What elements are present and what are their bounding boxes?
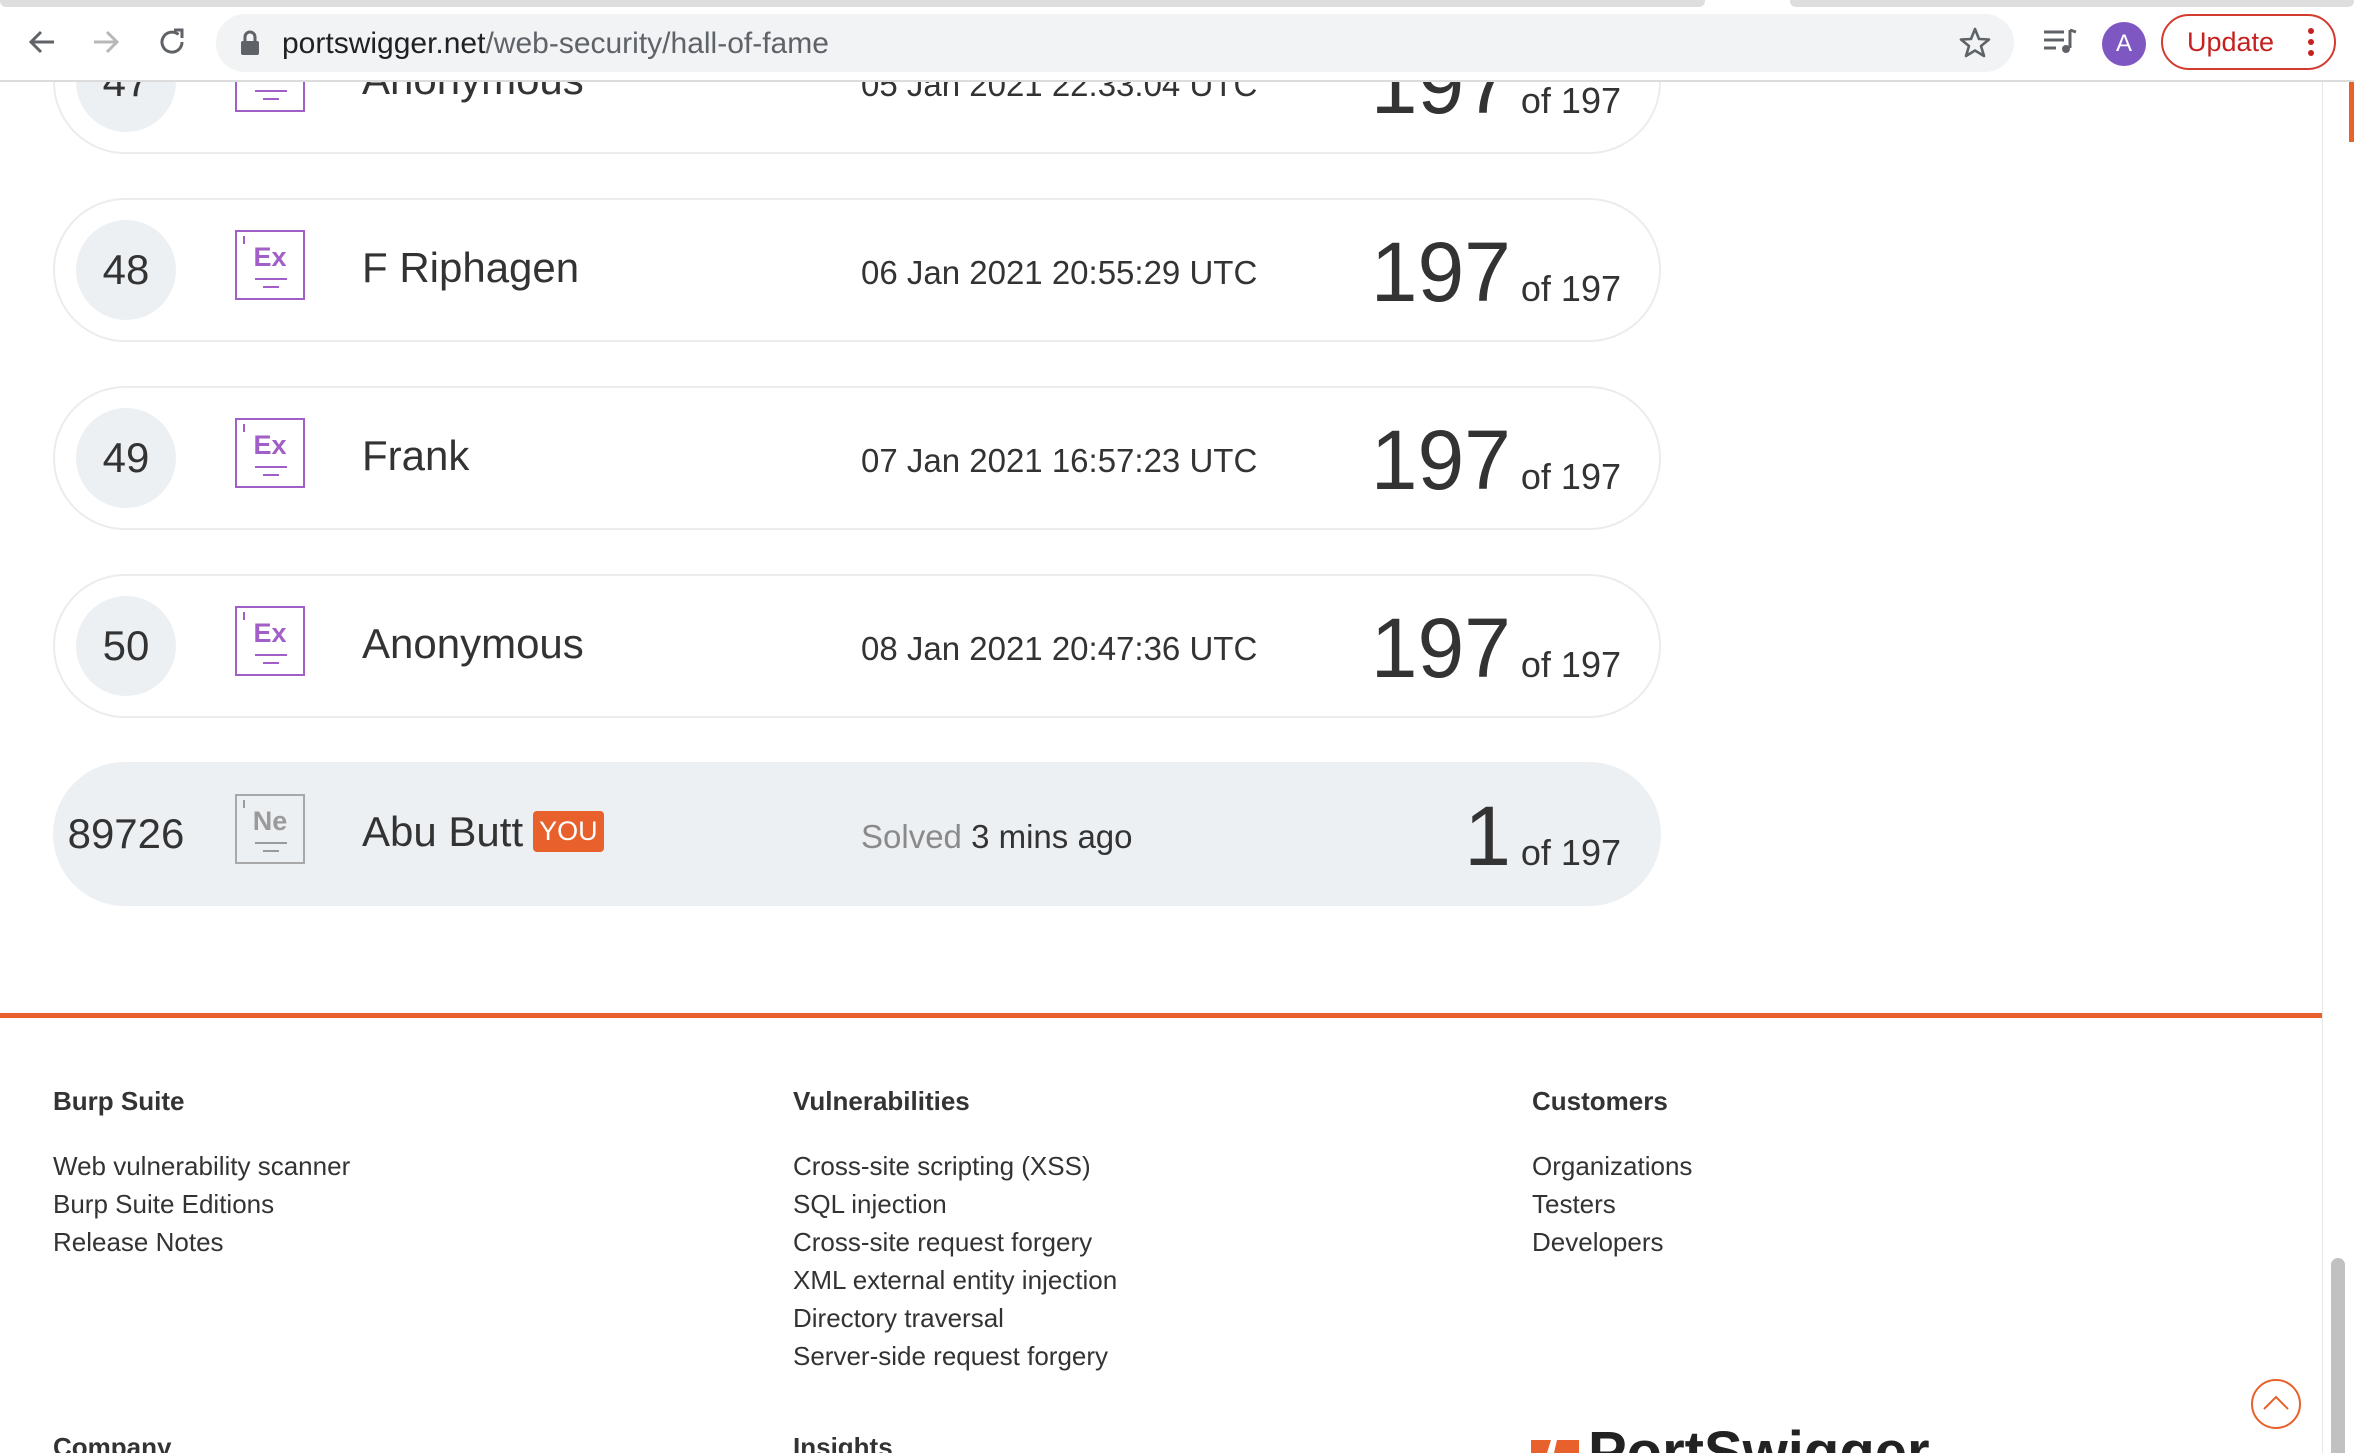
- page-scrollbar[interactable]: [2322, 82, 2354, 1453]
- footer-link[interactable]: Cross-site request forgery: [793, 1223, 1117, 1261]
- profile-avatar[interactable]: A: [2102, 22, 2146, 66]
- footer-link[interactable]: Release Notes: [53, 1223, 350, 1261]
- rank-number: 50: [76, 596, 176, 696]
- score-total: of 197: [1520, 644, 1621, 685]
- score-total: of 197: [1520, 832, 1621, 873]
- lock-icon: [238, 30, 262, 56]
- footer-link[interactable]: XML external entity injection: [793, 1261, 1117, 1299]
- newcomer-badge-icon: Ne: [235, 794, 305, 864]
- leaderboard-row: 50 Ex Anonymous 08 Jan 2021 20:47:36 UTC…: [53, 574, 1661, 718]
- address-bar[interactable]: portswigger.net/web-security/hall-of-fam…: [216, 14, 2014, 72]
- rank-number: 48: [76, 220, 176, 320]
- score-total: of 197: [1520, 456, 1621, 497]
- footer-heading: Burp Suite: [53, 1086, 185, 1116]
- update-button[interactable]: Update: [2161, 14, 2336, 70]
- footer-heading-insights: Insights: [793, 1432, 893, 1453]
- footer-heading: Customers: [1532, 1086, 1668, 1116]
- footer-link[interactable]: Cross-site scripting (XSS): [793, 1147, 1117, 1185]
- score-total: of 197: [1520, 80, 1621, 121]
- footer-link[interactable]: Organizations: [1532, 1147, 1692, 1185]
- scroll-to-top-icon[interactable]: [2250, 1378, 2302, 1430]
- score: 197 of 197: [1371, 222, 1621, 322]
- rank-number: 49: [76, 408, 176, 508]
- portswigger-logo-text: PortSwigger: [1588, 1424, 1930, 1453]
- leaderboard-row: 48 Ex F Riphagen 06 Jan 2021 20:55:29 UT…: [53, 198, 1661, 342]
- player-name: F Riphagen: [362, 244, 580, 291]
- forward-arrow-icon[interactable]: [80, 16, 132, 68]
- completion-date: 07 Jan 2021 16:57:23 UTC: [861, 442, 1258, 479]
- score-total: of 197: [1520, 268, 1621, 309]
- solved-status: Solved 3 mins ago: [861, 818, 1133, 856]
- footer-link[interactable]: Server-side request forgery: [793, 1337, 1117, 1375]
- media-control-icon[interactable]: [2038, 20, 2082, 64]
- footer-link[interactable]: Web vulnerability scanner: [53, 1147, 350, 1185]
- footer-heading: Vulnerabilities: [793, 1086, 970, 1116]
- portswigger-logo-icon: [1531, 1440, 1579, 1453]
- tab-strip: [0, 0, 1705, 7]
- player-name: Anonymous: [362, 620, 584, 667]
- leaderboard-row: 49 Ex Frank 07 Jan 2021 16:57:23 UTC 197…: [53, 386, 1661, 530]
- player-name: Abu Butt YOU: [362, 808, 604, 856]
- page-edge-accent: [2349, 82, 2354, 142]
- scrollbar-thumb[interactable]: [2331, 1258, 2345, 1453]
- rank-number: 89726: [67, 810, 185, 857]
- you-badge: YOU: [533, 811, 604, 852]
- score: 1 of 197: [1464, 786, 1621, 886]
- back-arrow-icon[interactable]: [16, 16, 68, 68]
- score: 197 of 197: [1371, 598, 1621, 698]
- completion-date: 06 Jan 2021 20:55:29 UTC: [861, 254, 1258, 291]
- kebab-menu-icon: [2308, 27, 2314, 57]
- footer-column-customers: Customers Organizations Testers Develope…: [1532, 1086, 1692, 1261]
- score-value: 197: [1370, 225, 1511, 319]
- player-name-text: Abu Butt: [362, 808, 524, 855]
- solved-time: 3 mins ago: [971, 818, 1133, 855]
- star-icon[interactable]: [1958, 26, 1992, 60]
- score-value: 197: [1370, 413, 1511, 507]
- footer-link[interactable]: Testers: [1532, 1185, 1692, 1223]
- footer-link[interactable]: Burp Suite Editions: [53, 1185, 350, 1223]
- current-user-row: 89726 Ne Abu Butt YOU Solved 3 mins ago 1…: [53, 762, 1661, 906]
- update-label: Update: [2187, 26, 2275, 57]
- browser-toolbar: portswigger.net/web-security/hall-of-fam…: [0, 0, 2354, 82]
- tab-strip: [1790, 0, 2354, 7]
- footer-column-burp-suite: Burp Suite Web vulnerability scanner Bur…: [53, 1086, 350, 1261]
- score-value: 197: [1370, 601, 1511, 695]
- solved-label: Solved: [861, 818, 962, 855]
- completion-date: 08 Jan 2021 20:47:36 UTC: [861, 630, 1258, 667]
- footer-heading-company: Company: [53, 1432, 172, 1453]
- reload-icon[interactable]: [146, 16, 198, 68]
- player-name: Frank: [362, 432, 470, 479]
- footer-link[interactable]: Directory traversal: [793, 1299, 1117, 1337]
- url-text: portswigger.net/web-security/hall-of-fam…: [282, 27, 829, 61]
- hall-of-fame-leaderboard: 47 Ex Anonymous 05 Jan 2021 22:33:04 UTC…: [0, 0, 2354, 1000]
- footer-link[interactable]: SQL injection: [793, 1185, 1117, 1223]
- score: 197 of 197: [1371, 410, 1621, 510]
- footer-column-vulnerabilities: Vulnerabilities Cross-site scripting (XS…: [793, 1086, 1117, 1375]
- expert-badge-icon: Ex: [235, 418, 305, 488]
- url-host: portswigger.net: [282, 27, 486, 60]
- footer-link[interactable]: Developers: [1532, 1223, 1692, 1261]
- url-path: /web-security/hall-of-fame: [485, 27, 829, 60]
- score-value: 1: [1464, 789, 1511, 883]
- expert-badge-icon: Ex: [235, 230, 305, 300]
- footer-divider: [0, 1013, 2322, 1018]
- expert-badge-icon: Ex: [235, 606, 305, 676]
